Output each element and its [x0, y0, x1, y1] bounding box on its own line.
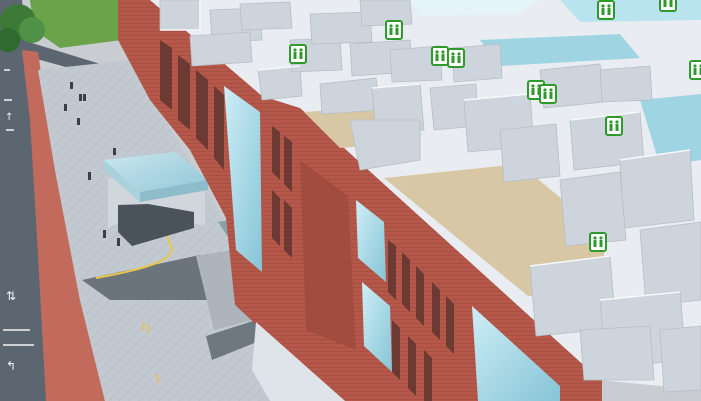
svg-text:↑: ↑ [5, 112, 13, 123]
restroom-icon[interactable] [605, 116, 623, 136]
restroom-icon[interactable] [597, 0, 615, 20]
restroom-icon[interactable] [447, 48, 465, 68]
svg-text:⇅: ⇅ [6, 289, 16, 303]
restroom-icon[interactable] [659, 0, 677, 12]
restroom-icon[interactable] [539, 84, 557, 104]
restroom-icon[interactable] [431, 46, 449, 66]
restroom-icon[interactable] [589, 232, 607, 252]
restroom-icon[interactable] [289, 44, 307, 64]
building-model-scene: ↑ ⇅ ↰ [0, 0, 701, 401]
svg-text:↰: ↰ [6, 359, 16, 373]
restroom-icon[interactable] [385, 20, 403, 40]
restroom-icon[interactable] [689, 60, 701, 80]
